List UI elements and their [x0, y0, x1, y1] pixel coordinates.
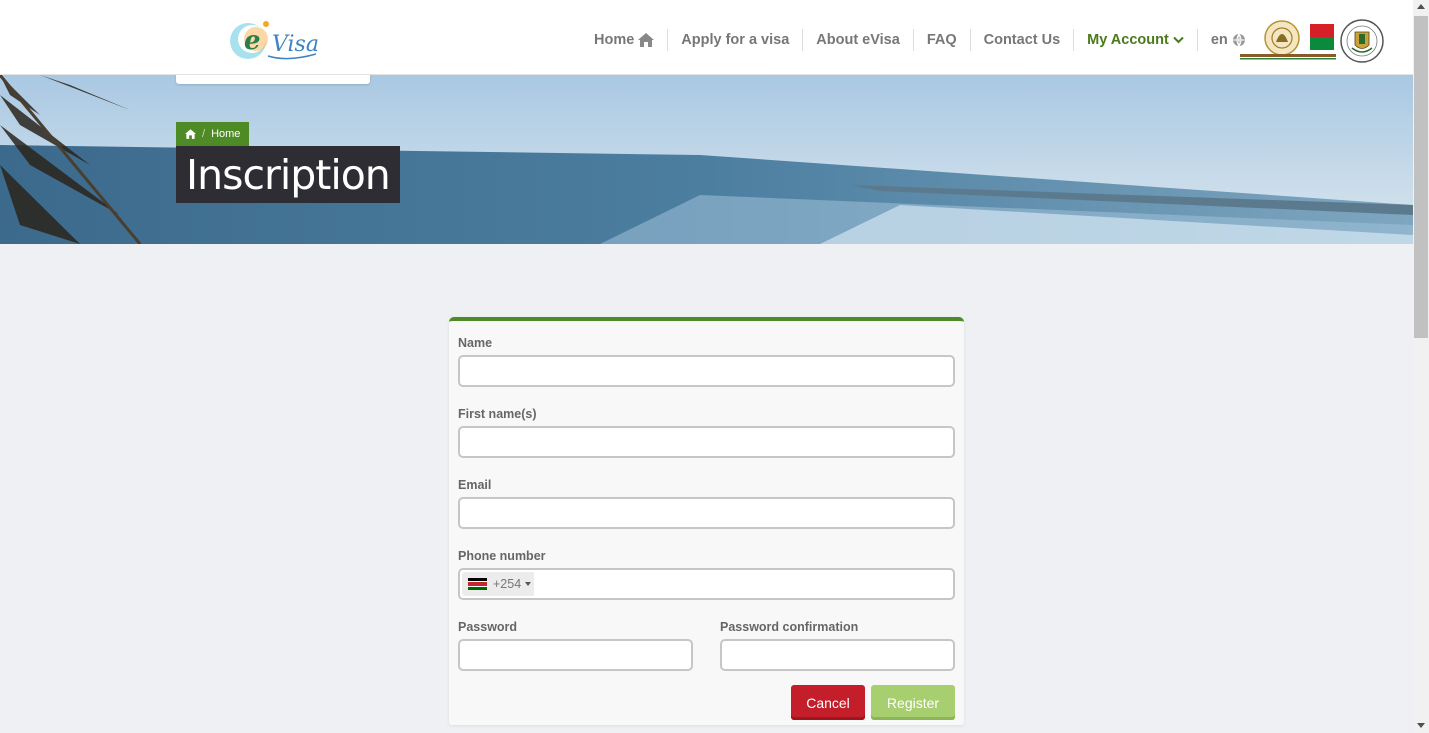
phone-input[interactable]: +254	[458, 568, 955, 600]
first-names-input[interactable]	[458, 426, 955, 458]
registration-form: Name First name(s) Email Phone number +2…	[449, 317, 964, 725]
country-code-select[interactable]: +254	[462, 572, 534, 596]
scroll-up-arrow-icon[interactable]	[1417, 4, 1425, 9]
chevron-down-icon	[1173, 36, 1184, 44]
nav-apply-visa[interactable]: Apply for a visa	[667, 29, 802, 51]
svg-text:Visa: Visa	[272, 32, 319, 57]
nav-language-label: en	[1210, 32, 1228, 48]
password-label: Password	[458, 620, 518, 634]
nav-home[interactable]: Home	[581, 29, 667, 51]
home-icon[interactable]	[185, 129, 196, 139]
phone-label: Phone number	[458, 549, 546, 563]
home-icon	[638, 33, 655, 47]
scrollbar-thumb[interactable]	[1414, 16, 1428, 338]
first-names-label: First name(s)	[458, 407, 537, 421]
caret-down-icon	[525, 582, 532, 586]
nav-about-evisa-label: About eVisa	[816, 32, 900, 48]
name-input[interactable]	[458, 355, 955, 387]
nav-about-evisa[interactable]: About eVisa	[802, 29, 913, 51]
dial-code: +254	[493, 577, 522, 591]
email-input[interactable]	[458, 497, 955, 529]
ministry-seal	[1340, 19, 1384, 63]
breadcrumb: / Home	[176, 122, 250, 146]
page-title: Inscription	[176, 146, 400, 203]
password-confirmation-label: Password confirmation	[720, 620, 859, 634]
email-label: Email	[458, 478, 492, 492]
nav-contact-us[interactable]: Contact Us	[969, 29, 1074, 51]
cancel-button[interactable]: Cancel	[791, 685, 865, 720]
svg-text:e: e	[244, 26, 261, 56]
nav-contact-us-label: Contact Us	[983, 32, 1061, 48]
nav-home-label: Home	[594, 32, 635, 48]
name-label: Name	[458, 336, 493, 350]
password-input[interactable]	[458, 639, 693, 671]
nav-apply-visa-label: Apply for a visa	[681, 32, 790, 48]
main-nav: Home Apply for a visa About eVisa FAQ Co…	[581, 28, 1259, 52]
nav-faq-label: FAQ	[926, 32, 957, 48]
breadcrumb-current[interactable]: Home	[211, 128, 240, 140]
nav-my-account[interactable]: My Account	[1073, 29, 1197, 51]
register-button[interactable]: Register	[871, 685, 955, 720]
evisa-logo[interactable]: e Visa	[228, 18, 320, 64]
scroll-down-arrow-icon[interactable]	[1417, 723, 1425, 728]
kenya-flag-icon	[468, 578, 487, 590]
site-header: e Visa Home Apply for a visa About eVisa…	[0, 0, 1413, 75]
nav-faq[interactable]: FAQ	[912, 29, 970, 51]
password-confirmation-input[interactable]	[720, 639, 955, 671]
nav-my-account-label: My Account	[1087, 32, 1169, 48]
breadcrumb-separator: /	[202, 128, 206, 140]
madagascar-emblem	[1240, 20, 1336, 60]
